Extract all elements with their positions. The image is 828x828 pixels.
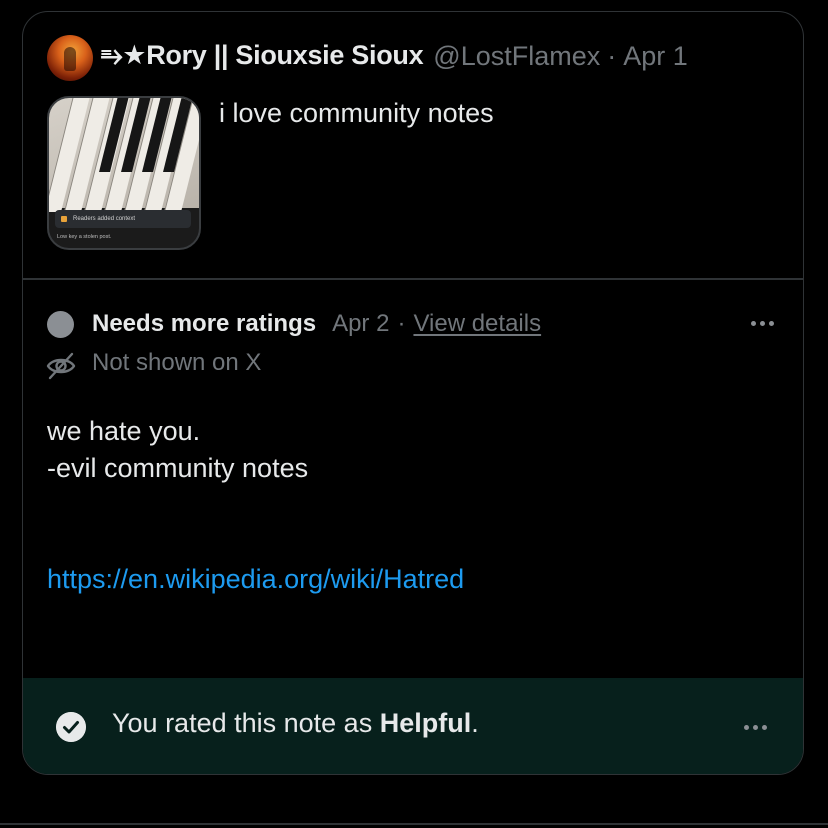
rating-suffix: .	[471, 708, 479, 738]
note-date: Apr 2	[332, 310, 390, 337]
rating-text: You rated this note as Helpful.	[112, 708, 479, 739]
user-handle[interactable]: @LostFlamex	[433, 41, 600, 72]
checkmark-circle-icon	[56, 712, 86, 742]
source-link[interactable]: https://en.wikipedia.org/wiki/Hatred	[47, 564, 464, 595]
avatar-figure	[64, 47, 76, 71]
header-separator: ·	[607, 40, 617, 71]
note-separator: ·	[397, 310, 406, 337]
note-more-options-icon[interactable]	[751, 321, 774, 326]
visibility-status: Not shown on X	[92, 349, 262, 376]
user-avatar[interactable]	[47, 35, 93, 81]
display-name[interactable]: ⥱★Rory || Siouxsie Sioux	[101, 40, 424, 72]
tweet-header: ⥱★Rory || Siouxsie Sioux @LostFlamex · A…	[101, 38, 688, 74]
rating-prefix: You rated this note as	[112, 708, 380, 738]
tweet-thumbnail[interactable]: Readers added context Low key a stolen p…	[47, 96, 201, 250]
rated-footer: You rated this note as Helpful.	[23, 678, 803, 774]
people-icon	[61, 216, 67, 222]
thumbnail-context-label: Readers added context	[73, 216, 136, 222]
thumbnail-context-bar: Readers added context	[55, 210, 191, 228]
status-dot-icon	[47, 311, 74, 338]
piano-keys-image	[49, 98, 199, 212]
community-note-card: ⥱★Rory || Siouxsie Sioux @LostFlamex · A…	[22, 11, 804, 775]
note-header: Needs more ratings Apr 2 · View details	[92, 306, 541, 342]
bottom-divider	[0, 823, 828, 825]
note-body-line: we hate you.	[47, 416, 201, 446]
note-body: we hate you. -evil community notes	[47, 413, 308, 487]
rating-value: Helpful	[379, 708, 472, 738]
tweet-date[interactable]: Apr 1	[623, 41, 688, 72]
tweet-text: i love community notes	[219, 98, 494, 128]
thumbnail-note-text: Low key a stolen post.	[57, 234, 112, 240]
divider	[23, 278, 803, 280]
eye-off-icon	[46, 352, 76, 380]
note-body-line: -evil community notes	[47, 453, 309, 483]
note-status: Needs more ratings	[92, 310, 317, 337]
rating-more-options-icon[interactable]	[744, 725, 767, 730]
view-details-link[interactable]: View details	[413, 310, 541, 338]
